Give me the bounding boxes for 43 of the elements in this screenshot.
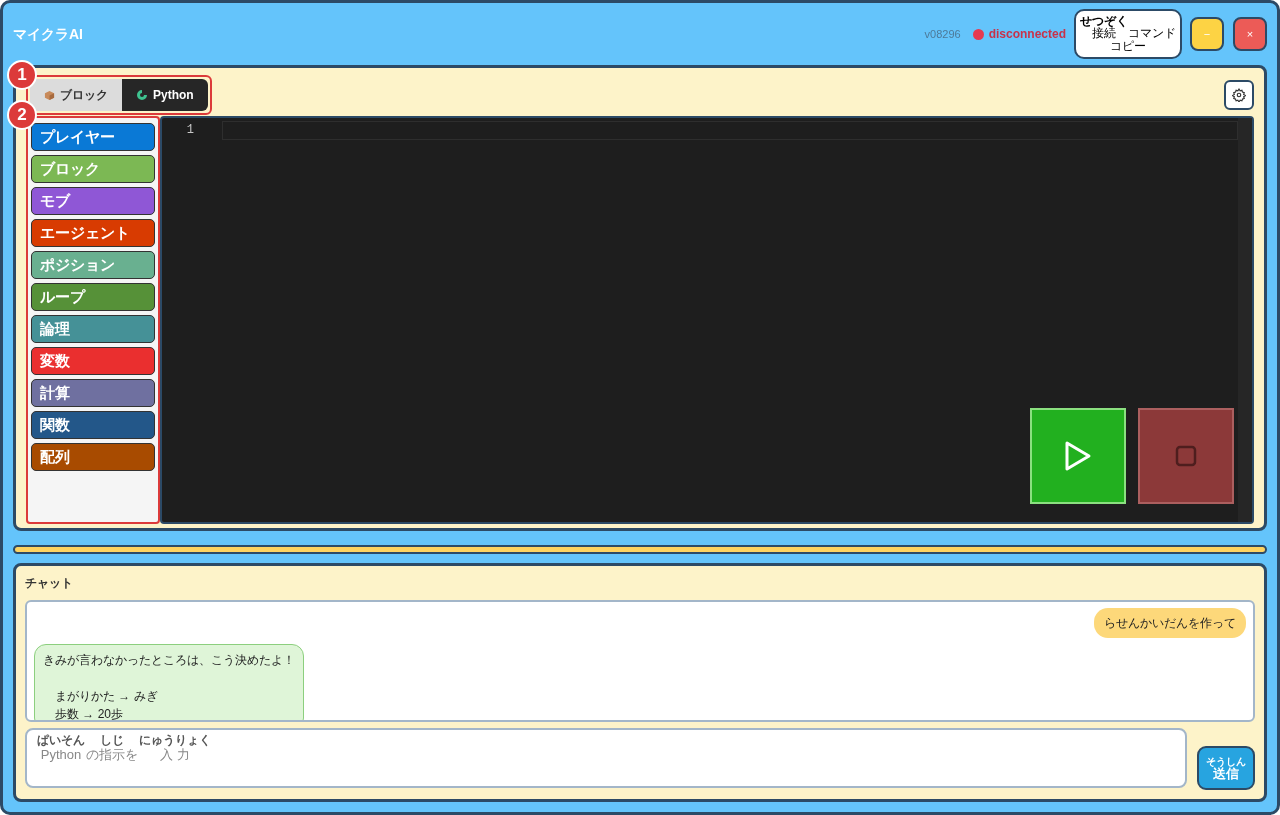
placeholder-text: Python [40,747,82,763]
status-label: disconnected [988,26,1066,43]
cube-icon [44,89,55,101]
tab[interactable]: ブロック [30,79,122,111]
line-number: 1 [186,122,194,139]
placeholder-ruby: しじ [99,734,125,747]
category-button[interactable]: 計算 [31,379,155,407]
send-button[interactable]: そうしん 送信 [1197,746,1255,790]
category-button[interactable]: ループ [31,283,155,311]
app-title: マイクラAI [13,24,83,44]
tab[interactable]: Python [122,79,208,111]
category-button[interactable]: ブロック [31,155,155,183]
placeholder-ruby: にゅうりょく [138,734,212,747]
category-button[interactable]: 変数 [31,347,155,375]
version-label: v08296 [924,26,961,42]
stop-icon [1175,445,1197,467]
placeholder-text: を [125,747,138,763]
category-button[interactable]: 配列 [31,443,155,471]
settings-icon [1232,88,1246,102]
message-text: きみが言わなかったところは、こう決めたよ！ [43,652,295,669]
settings-button[interactable] [1224,80,1254,110]
placeholder-text: 指示 [99,747,125,763]
category-button[interactable]: 関数 [31,411,155,439]
chat-input-field[interactable]: ぱいそん Python の しじ 指示を にゅうりょく 入 力 [25,728,1187,788]
close-button[interactable]: × [1233,17,1267,51]
chat-title: チャット [25,575,73,592]
message-detail: まがりかた → みぎ [54,688,159,705]
placeholder-text: 入 力 [160,747,190,763]
category-button[interactable]: モブ [31,187,155,215]
category-button[interactable]: エージェント [31,219,155,247]
annotation-marker: 1 [7,60,37,90]
copy-command-button[interactable]: せつぞく 接続 コマンド コピー [1074,9,1182,59]
play-icon [1064,440,1092,472]
category-button[interactable]: 論理 [31,315,155,343]
category-button[interactable]: ポジション [31,251,155,279]
placeholder-text: の [86,747,99,763]
swirl-icon [136,89,148,101]
message-text: らせんかいだんを作って [1104,615,1236,632]
splitter[interactable] [13,545,1267,554]
annotation-marker: 2 [7,100,37,130]
placeholder-ruby: ぱいそん [36,734,86,747]
category-button[interactable]: プレイヤー [31,123,155,151]
message-detail: 歩数 → 20歩 [54,706,124,720]
